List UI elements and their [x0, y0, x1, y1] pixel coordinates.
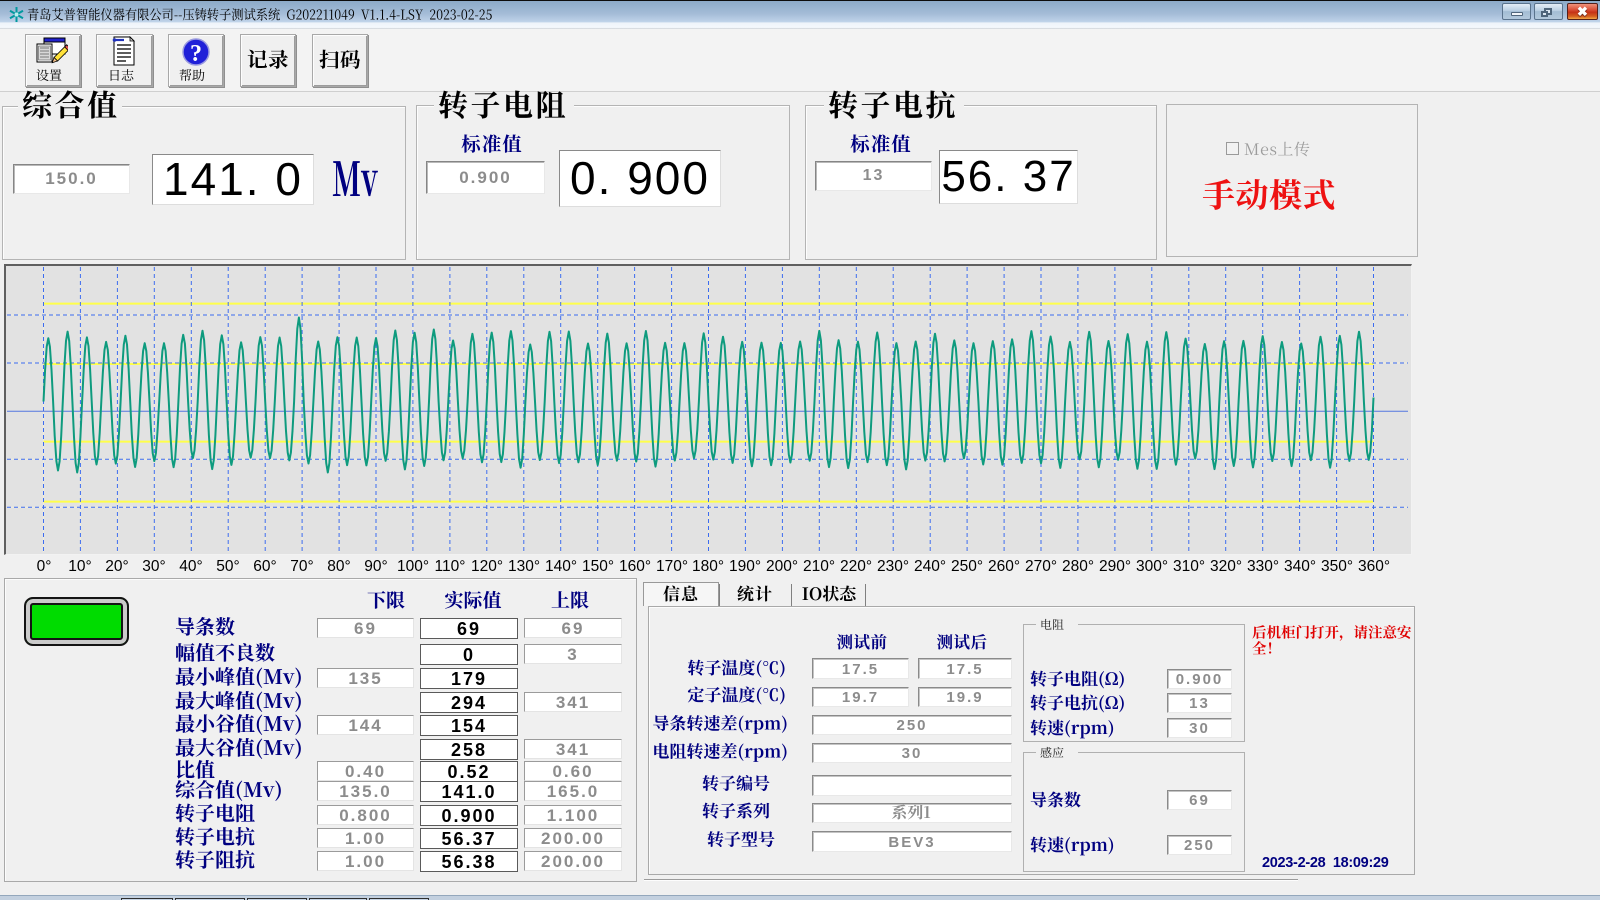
svg-text:?: ?: [190, 41, 202, 67]
